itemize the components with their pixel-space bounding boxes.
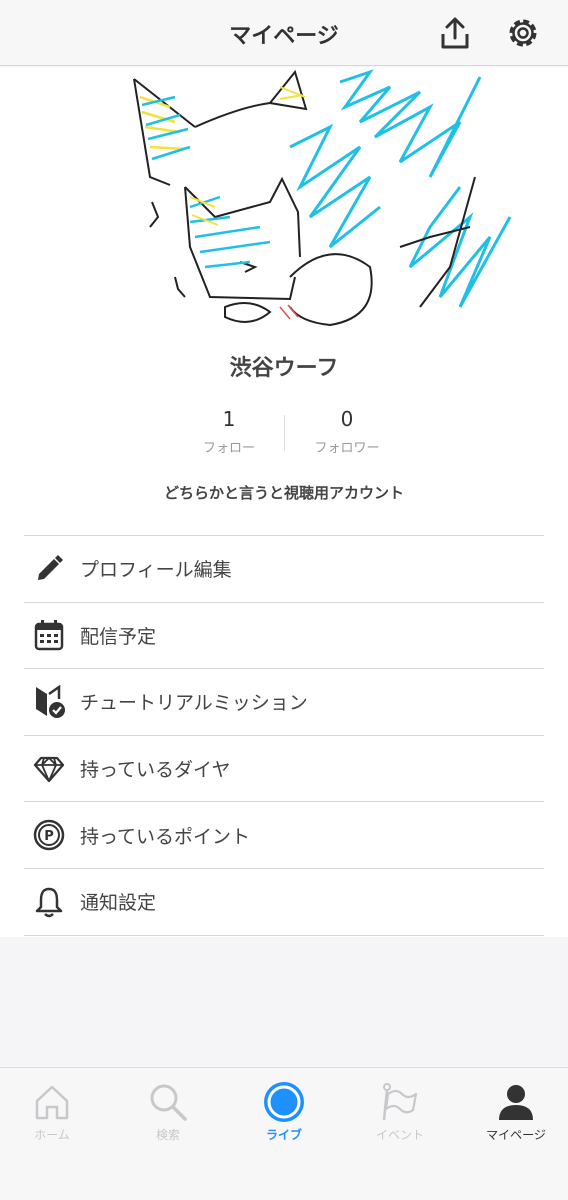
share-icon xyxy=(441,17,469,49)
follow-label: フォロー xyxy=(202,441,255,456)
menu-item-label: 通知設定 xyxy=(80,892,157,915)
header: マイページ xyxy=(0,0,568,66)
menu-item-diamonds[interactable]: 持っているダイヤ xyxy=(24,736,544,803)
search-icon xyxy=(116,1080,220,1124)
tab-bar: ホーム 検索 ライブ イベント マイページ xyxy=(0,1067,568,1200)
tab-label: イベント xyxy=(375,1128,424,1142)
settings-menu: プロフィール編集 配信予定 チュートリアルミッション 持っているダイヤ P 持っ… xyxy=(24,535,544,936)
profile-bio: どちらかと言うと視聴用アカウント xyxy=(163,484,404,502)
bell-icon xyxy=(32,885,66,919)
menu-item-label: プロフィール編集 xyxy=(80,559,232,582)
cat-drawing-avatar xyxy=(133,69,512,327)
tab-home[interactable]: ホーム xyxy=(0,1080,104,1150)
diamond-icon xyxy=(32,752,66,786)
person-icon xyxy=(464,1080,568,1124)
menu-item-label: 持っているダイヤ xyxy=(80,759,231,782)
menu-item-label: チュートリアルミッション xyxy=(80,692,308,715)
tab-label: ホーム xyxy=(34,1128,70,1142)
settings-button[interactable] xyxy=(503,12,543,54)
stats-divider xyxy=(284,415,285,451)
tab-label: ライブ xyxy=(265,1128,302,1142)
profile-content: 渋谷ウーフ 1 フォロー 0 フォロワー どちらかと言うと視聴用アカウント プロ… xyxy=(0,67,568,937)
menu-item-tutorial[interactable]: チュートリアルミッション xyxy=(24,669,544,736)
menu-item-label: 持っているポイント xyxy=(80,825,251,848)
share-button[interactable] xyxy=(435,12,475,54)
follow-count: 1 xyxy=(222,407,236,431)
follower-stat[interactable]: 0 フォロワー xyxy=(292,405,402,456)
flag-icon xyxy=(348,1080,452,1124)
home-icon xyxy=(0,1080,104,1124)
tab-event[interactable]: イベント xyxy=(348,1080,452,1150)
follower-label: フォロワー xyxy=(314,441,380,456)
pencil-icon xyxy=(32,552,66,586)
menu-item-edit-profile[interactable]: プロフィール編集 xyxy=(24,536,544,603)
point-icon: P xyxy=(32,818,66,852)
page-title: マイページ xyxy=(229,24,339,49)
menu-item-schedule[interactable]: 配信予定 xyxy=(24,603,544,670)
svg-text:P: P xyxy=(44,829,54,844)
menu-item-points[interactable]: P 持っているポイント xyxy=(24,802,544,869)
menu-item-label: 配信予定 xyxy=(80,625,157,648)
tab-label: マイページ xyxy=(486,1128,546,1142)
profile-name: 渋谷ウーフ xyxy=(229,356,339,381)
follower-count: 0 xyxy=(340,407,354,431)
gear-icon xyxy=(509,19,537,47)
tab-search[interactable]: 検索 xyxy=(116,1080,220,1150)
tab-live[interactable]: ライブ xyxy=(232,1080,336,1150)
live-icon xyxy=(232,1080,336,1124)
tab-label: 検索 xyxy=(155,1128,180,1142)
menu-item-notifications[interactable]: 通知設定 xyxy=(24,869,544,936)
avatar[interactable] xyxy=(130,67,518,337)
beginner-badge-icon xyxy=(32,684,66,719)
follow-stats: 1 フォロー 0 フォロワー xyxy=(0,405,568,465)
follow-stat[interactable]: 1 フォロー xyxy=(174,405,284,456)
tab-mypage[interactable]: マイページ xyxy=(464,1080,568,1150)
calendar-icon xyxy=(32,618,66,652)
